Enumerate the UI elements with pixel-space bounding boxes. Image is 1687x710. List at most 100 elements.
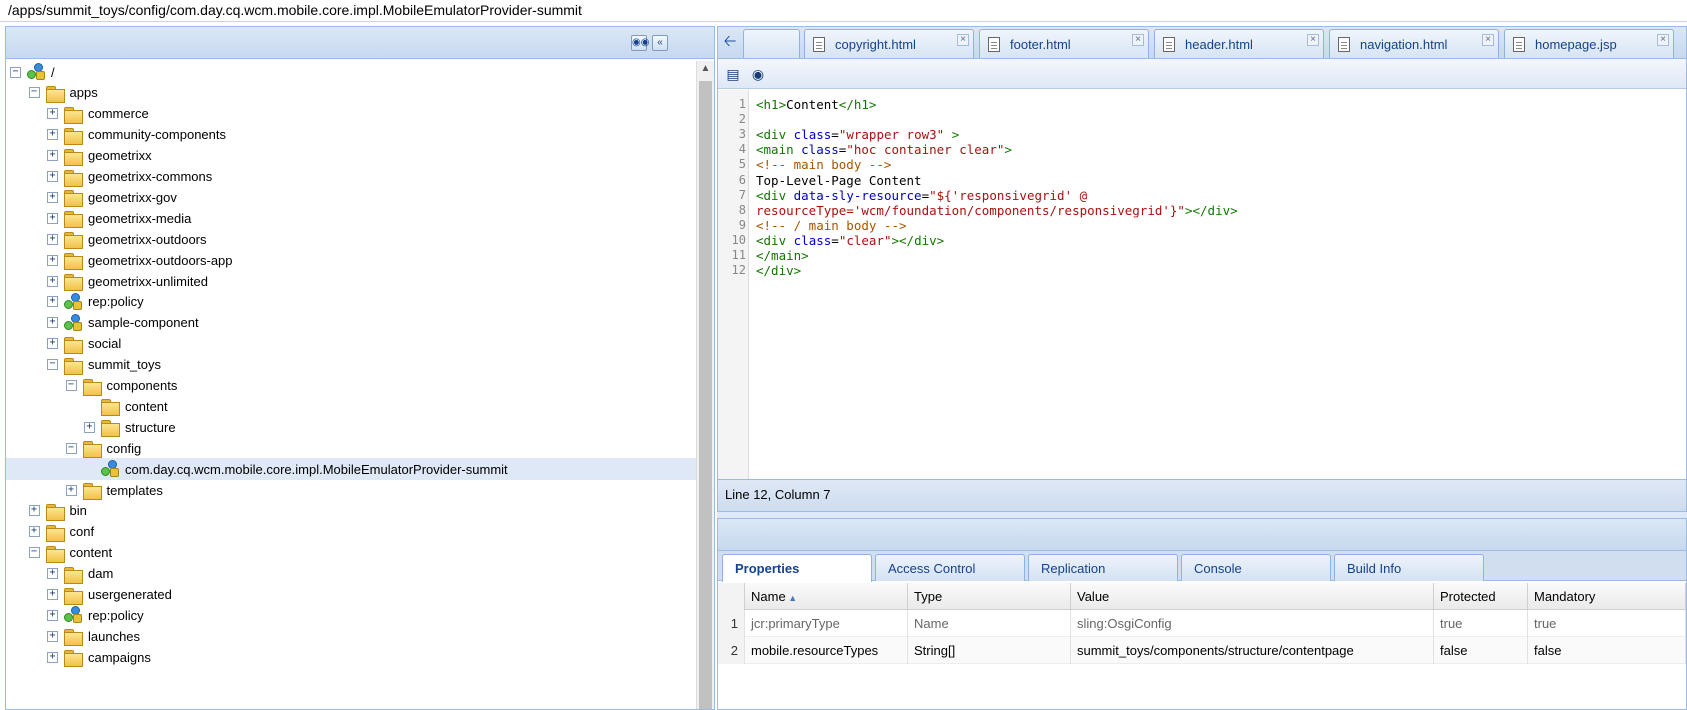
cell-protected[interactable]: true: [1434, 610, 1528, 637]
tree-node-sample-component[interactable]: + sample-component: [6, 312, 696, 334]
expand-icon[interactable]: +: [28, 526, 40, 538]
tab-navigation-html[interactable]: navigation.html ×: [1329, 29, 1499, 58]
column-header-value[interactable]: Value: [1071, 583, 1434, 610]
close-icon[interactable]: ×: [1482, 34, 1494, 46]
collapse-icon[interactable]: −: [10, 66, 21, 78]
cell-value[interactable]: summit_toys/components/structure/content…: [1071, 637, 1434, 664]
tree-node-rep-policy[interactable]: + rep:policy: [6, 291, 696, 313]
code-editor[interactable]: 1 <h1>Content</h1> 2 3 <div class="wrapper r…: [718, 90, 1686, 479]
tree-node-geometrixx-media[interactable]: + geometrixx-media: [6, 207, 696, 229]
find-icon[interactable]: ◉: [749, 65, 767, 83]
cell-protected[interactable]: false: [1434, 637, 1528, 664]
tree-node-structure[interactable]: + structure: [6, 416, 696, 438]
column-header-type[interactable]: Type: [908, 583, 1071, 610]
column-header-protected[interactable]: Protected: [1434, 583, 1528, 610]
collapse-icon[interactable]: −: [28, 87, 40, 99]
expand-icon[interactable]: +: [47, 609, 58, 621]
expand-icon[interactable]: +: [47, 108, 58, 120]
tree-node-content-rep-policy[interactable]: + rep:policy: [6, 604, 696, 626]
back-arrow-icon[interactable]: 🡠: [721, 33, 739, 51]
tab-properties[interactable]: Properties: [722, 554, 872, 582]
tree-node-apps[interactable]: − apps: [6, 82, 696, 104]
expand-icon[interactable]: +: [47, 296, 58, 308]
close-icon[interactable]: ×: [1657, 34, 1669, 46]
tab-header-html[interactable]: header.html ×: [1154, 29, 1324, 58]
expand-icon[interactable]: +: [47, 651, 58, 663]
tab-footer-html[interactable]: footer.html ×: [979, 29, 1149, 58]
cell-name[interactable]: jcr:primaryType: [745, 610, 908, 637]
expand-icon[interactable]: +: [84, 421, 95, 433]
tree-node-config[interactable]: − config: [6, 437, 696, 459]
tree-node-mobile-emulator-provider[interactable]: com.day.cq.wcm.mobile.core.impl.MobileEm…: [6, 458, 696, 481]
tab-build-info[interactable]: Build Info: [1334, 554, 1484, 581]
expand-icon[interactable]: +: [47, 630, 58, 642]
tab-access-control[interactable]: Access Control: [875, 554, 1025, 581]
tab-console[interactable]: Console: [1181, 554, 1331, 581]
expand-icon[interactable]: +: [47, 254, 58, 266]
cell-value[interactable]: sling:OsgiConfig: [1071, 610, 1434, 637]
expand-icon[interactable]: +: [47, 150, 58, 162]
folder-icon: [100, 419, 120, 438]
tab-copyright-html[interactable]: copyright.html ×: [804, 29, 974, 58]
collapse-panel-icon[interactable]: «: [652, 35, 668, 51]
tree-node-geometrixx[interactable]: + geometrixx: [6, 145, 696, 167]
tree-node-dam[interactable]: + dam: [6, 563, 696, 585]
cell-mandatory[interactable]: false: [1528, 637, 1686, 664]
tree-node-campaigns[interactable]: + campaigns: [6, 646, 696, 668]
tree-node-geometrixx-unlimited[interactable]: + geometrixx-unlimited: [6, 270, 696, 292]
tree-node-community-components[interactable]: + community-components: [6, 124, 696, 146]
expand-icon[interactable]: +: [47, 233, 58, 245]
tree-node-summit-toys[interactable]: − summit_toys: [6, 354, 696, 376]
close-icon[interactable]: ×: [1132, 34, 1144, 46]
tree-node-commerce[interactable]: + commerce: [6, 103, 696, 125]
collapse-icon[interactable]: −: [28, 547, 40, 559]
tree-scrollbar[interactable]: ▲: [696, 61, 714, 709]
expand-icon[interactable]: +: [47, 129, 58, 141]
tree-node-root[interactable]: − /: [6, 61, 696, 83]
collapse-icon[interactable]: −: [65, 380, 77, 391]
column-header-name[interactable]: Name ▲: [745, 583, 908, 610]
tree-node-templates[interactable]: + templates: [6, 479, 696, 501]
tree-node-geometrixx-outdoors[interactable]: + geometrixx-outdoors: [6, 228, 696, 250]
expand-icon[interactable]: +: [47, 338, 58, 350]
tree-node-social[interactable]: + social: [6, 333, 696, 355]
expand-icon[interactable]: +: [47, 275, 58, 287]
tree-node-geometrixx-outdoors-app[interactable]: + geometrixx-outdoors-app: [6, 249, 696, 271]
tree-node-geometrixx-gov[interactable]: + geometrixx-gov: [6, 186, 696, 208]
tree-node-components-content[interactable]: content: [6, 395, 696, 417]
expand-icon[interactable]: +: [47, 191, 58, 203]
expand-icon[interactable]: +: [65, 484, 77, 496]
close-icon[interactable]: ×: [1307, 34, 1319, 46]
expand-icon[interactable]: +: [47, 171, 58, 182]
table-row[interactable]: 2 mobile.resourceTypes String[] summit_toys…: [718, 637, 1686, 664]
grid-header-row: Name ▲ Type Value Protected Mandatory: [718, 583, 1686, 610]
format-icon[interactable]: ▤: [724, 65, 742, 83]
expand-icon[interactable]: +: [47, 212, 58, 224]
tab-replication[interactable]: Replication: [1028, 554, 1178, 581]
cell-mandatory[interactable]: true: [1528, 610, 1686, 637]
tree-node-launches[interactable]: + launches: [6, 625, 696, 647]
expand-icon[interactable]: +: [47, 317, 58, 329]
scroll-thumb[interactable]: [699, 81, 712, 709]
cell-type[interactable]: String[]: [908, 637, 1071, 664]
cell-name[interactable]: mobile.resourceTypes: [745, 637, 908, 664]
tree-node-geometrixx-commons[interactable]: + geometrixx-commons: [6, 166, 696, 188]
tree-node-usergenerated[interactable]: + usergenerated: [6, 584, 696, 606]
binoculars-icon[interactable]: ◉◉: [631, 35, 649, 51]
expand-icon[interactable]: +: [28, 505, 40, 517]
cell-type[interactable]: Name: [908, 610, 1071, 637]
scroll-up-icon[interactable]: ▲: [697, 61, 714, 77]
collapse-icon[interactable]: −: [47, 359, 58, 371]
tree-node-bin[interactable]: + bin: [6, 500, 696, 522]
expand-icon[interactable]: +: [47, 589, 58, 600]
tab-blank[interactable]: [743, 29, 800, 58]
tree-node-content[interactable]: − content: [6, 542, 696, 564]
collapse-icon[interactable]: −: [65, 442, 77, 454]
table-row[interactable]: 1 jcr:primaryType Name sling:OsgiConfig true…: [718, 610, 1686, 637]
tree-node-conf[interactable]: + conf: [6, 521, 696, 543]
tree-node-components[interactable]: − components: [6, 375, 696, 397]
tab-homepage-jsp[interactable]: homepage.jsp ×: [1504, 29, 1674, 58]
column-header-mandatory[interactable]: Mandatory: [1528, 583, 1686, 610]
expand-icon[interactable]: +: [47, 568, 58, 580]
close-icon[interactable]: ×: [957, 34, 969, 46]
